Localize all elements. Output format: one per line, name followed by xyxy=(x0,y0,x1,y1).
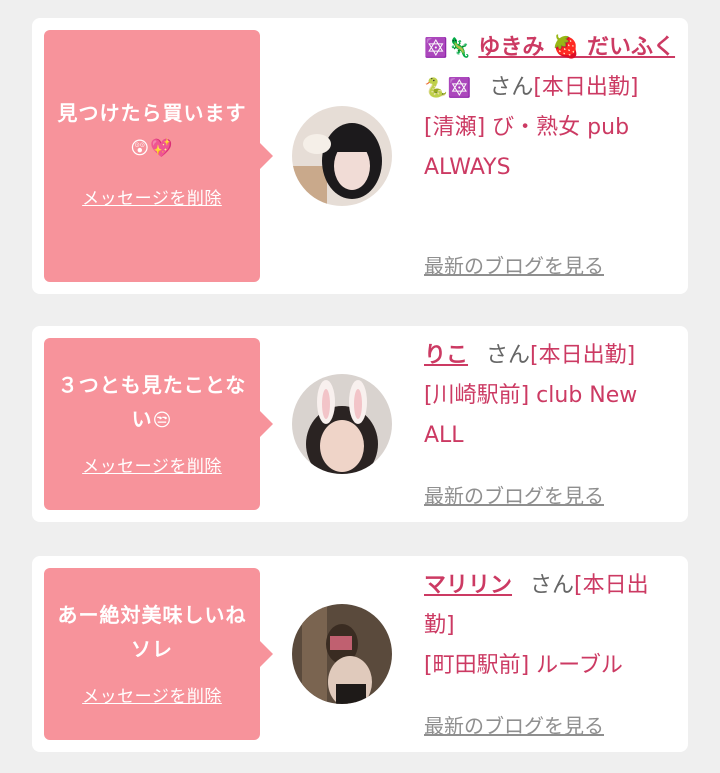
latest-blog-link[interactable]: 最新のブログを見る xyxy=(424,480,604,509)
message-emoji: 😒 xyxy=(152,410,173,431)
name-suffix-emoji: 🐍🔯 xyxy=(424,77,472,99)
cast-info: 🔯🦎 ゆきみ 🍓 だいふく 🐍🔯 さん[本日出勤] [清瀬] び・熟女 pub A… xyxy=(424,28,676,188)
avatar[interactable] xyxy=(292,604,392,704)
area-label: [川崎駅前] xyxy=(424,383,530,408)
cast-info: りこ さん[本日出勤] [川崎駅前] club New ALL xyxy=(424,336,676,456)
message-card: 見つけたら買います 😲💖 メッセージを削除 🔯🦎 ゆきみ 🍓 だいふく 🐍🔯 さん[… xyxy=(32,18,688,294)
latest-blog-link[interactable]: 最新のブログを見る xyxy=(424,250,604,279)
delete-message-link[interactable]: メッセージを削除 xyxy=(54,452,250,477)
message-bubble: 見つけたら買います 😲💖 メッセージを削除 xyxy=(44,30,273,282)
avatar-photo-icon xyxy=(292,604,392,704)
message-text: あー絶対美味しいねソレ xyxy=(57,603,247,661)
cast-name-link[interactable]: りこ xyxy=(424,343,468,368)
delete-message-link[interactable]: メッセージを削除 xyxy=(54,184,250,209)
avatar[interactable] xyxy=(292,374,392,474)
avatar[interactable] xyxy=(292,106,392,206)
message-text: 見つけたら買います xyxy=(57,101,247,125)
message-emoji: 😲💖 xyxy=(130,138,174,159)
message-bubble: あー絶対美味しいねソレ メッセージを削除 xyxy=(44,568,273,740)
message-card: ３つとも見たことない😒 メッセージを削除 りこ さん[本日出勤] [川崎駅前] c… xyxy=(32,326,688,522)
san-label: さん xyxy=(486,343,531,368)
cast-name-link[interactable]: マリリン xyxy=(424,573,512,598)
status-label: [本日出勤] xyxy=(533,75,639,100)
area-label: [町田駅前] xyxy=(424,653,530,678)
cast-info: マリリン さん[本日出勤] [町田駅前] ルーブル xyxy=(424,566,676,686)
shop-label: ルーブル xyxy=(536,653,623,678)
delete-message-link[interactable]: メッセージを削除 xyxy=(54,682,250,707)
latest-blog-link[interactable]: 最新のブログを見る xyxy=(424,710,604,739)
name-prefix-emoji: 🔯🦎 xyxy=(424,37,472,59)
san-label: さん xyxy=(530,573,575,598)
status-label: [本日出勤] xyxy=(530,343,636,368)
avatar-photo-icon xyxy=(292,374,392,474)
san-label: さん xyxy=(489,75,534,100)
avatar-photo-icon xyxy=(292,106,392,206)
message-bubble: ３つとも見たことない😒 メッセージを削除 xyxy=(44,338,273,510)
message-card: あー絶対美味しいねソレ メッセージを削除 マリリン さん[本日出勤] [町田駅前]… xyxy=(32,556,688,752)
area-label: [清瀬] xyxy=(424,115,486,140)
cast-name-link[interactable]: ゆきみ 🍓 だいふく xyxy=(478,35,675,60)
